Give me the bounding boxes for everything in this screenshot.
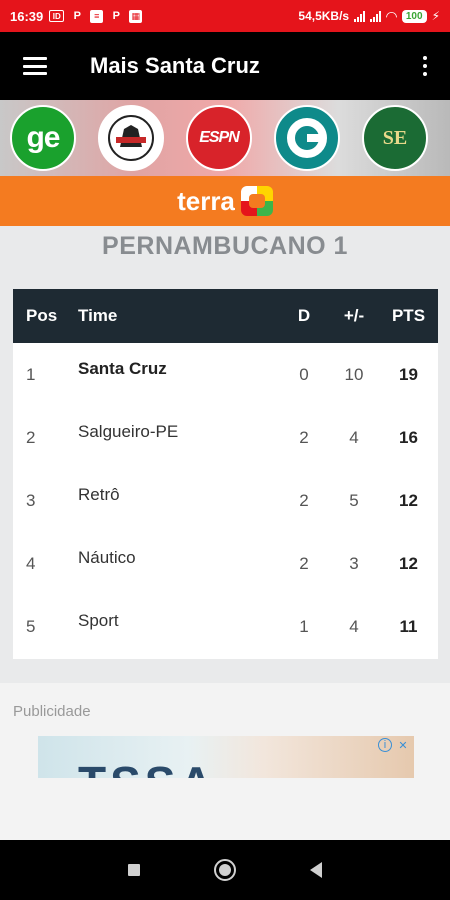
ge-logo: ge	[26, 121, 60, 154]
table-row[interactable]: 4 Náutico 2 3 12	[13, 532, 438, 595]
row-pos: 3	[26, 490, 36, 510]
ad-controls: i ✕	[378, 738, 410, 752]
source-club-crest[interactable]	[98, 105, 164, 171]
row-gd: 10	[344, 364, 364, 384]
table-row[interactable]: 5 Sport 1 4 11	[13, 595, 438, 658]
more-vertical-icon	[423, 56, 427, 60]
league-title: PERNAMBUCANO 1	[102, 232, 348, 260]
row-pos: 5	[26, 616, 36, 636]
p-notification-icon-2: P	[112, 10, 120, 22]
more-options-button[interactable]	[400, 32, 450, 100]
row-team: Retrô	[78, 484, 120, 504]
row-gd: 5	[349, 490, 359, 510]
terra-logo-icon	[240, 186, 273, 216]
status-left: 16:39 ID P ≡ P ▦	[10, 8, 143, 24]
row-pts: 11	[399, 616, 418, 636]
back-button[interactable]	[310, 862, 322, 878]
row-team: Salgueiro-PE	[78, 421, 179, 441]
ad-section: Publicidade TSSA i ✕	[0, 683, 450, 840]
status-bar: 16:39 ID P ≡ P ▦ 54,5KB/s ◠ 100 ⚡	[0, 0, 450, 32]
row-d: 2	[299, 427, 309, 447]
signal-icon-2	[370, 10, 382, 22]
source-o-logo[interactable]	[274, 105, 340, 171]
row-gd: 3	[349, 553, 359, 573]
header-pos: Pos	[26, 306, 58, 325]
wifi-icon: ◠	[386, 7, 397, 24]
standings-table: Pos Time D +/- PTS 1 Santa Cruz 0 10 19 …	[13, 289, 438, 659]
ad-banner[interactable]: TSSA i ✕	[38, 736, 414, 778]
battery-icon: 100	[401, 9, 427, 23]
row-pts: 16	[399, 427, 418, 447]
header-team: Time	[78, 306, 118, 325]
source-ge[interactable]: ge	[10, 105, 76, 171]
status-right: 54,5KB/s ◠ 100 ⚡	[298, 8, 440, 25]
row-team: Santa Cruz	[78, 358, 167, 378]
gallery-icon: ▦	[129, 9, 143, 23]
row-pos: 1	[26, 364, 36, 384]
p-notification-icon: P	[73, 10, 81, 22]
row-d: 0	[299, 364, 309, 384]
home-button[interactable]	[214, 859, 236, 881]
source-se-logo[interactable]: SE	[362, 105, 428, 171]
menu-button[interactable]	[0, 32, 70, 100]
signal-icon	[354, 10, 366, 22]
row-pos: 2	[26, 427, 36, 447]
id-badge-icon: ID	[49, 10, 65, 22]
terra-label: terra	[177, 185, 235, 216]
se-logo: SE	[382, 126, 408, 149]
row-team: Náutico	[78, 547, 136, 567]
app-bar: Mais Santa Cruz	[0, 32, 450, 100]
app-title: Mais Santa Cruz	[90, 53, 260, 78]
row-d: 2	[299, 553, 309, 573]
row-d: 1	[299, 616, 309, 636]
terra-banner[interactable]: terra	[0, 176, 450, 226]
table-header: Pos Time D +/- PTS	[13, 289, 438, 343]
row-gd: 4	[349, 427, 359, 447]
home-icon	[219, 864, 231, 876]
table-row[interactable]: 3 Retrô 2 5 12	[13, 469, 438, 532]
notes-icon: ≡	[90, 9, 104, 23]
header-d: D	[297, 306, 311, 325]
row-gd: 4	[349, 616, 359, 636]
network-speed: 54,5KB/s	[298, 9, 350, 23]
source-espn[interactable]: ESPN	[186, 105, 252, 171]
header-pts: PTS	[391, 306, 426, 325]
club-crest-icon	[108, 115, 154, 161]
row-pts: 12	[399, 490, 418, 510]
row-team: Sport	[78, 610, 119, 630]
table-row[interactable]: 2 Salgueiro-PE 2 4 16	[13, 406, 438, 469]
hamburger-icon	[23, 57, 47, 75]
row-pts: 19	[399, 364, 418, 384]
ad-banner-text: TSSA	[78, 756, 217, 778]
ad-label: Publicidade	[13, 703, 91, 720]
table-row[interactable]: 1 Santa Cruz 0 10 19	[13, 343, 438, 406]
ad-empty-space	[0, 778, 450, 840]
row-pts: 12	[399, 553, 418, 573]
header-gd: +/-	[343, 306, 365, 325]
news-sources-strip[interactable]: ge ESPN SE	[0, 100, 450, 176]
recent-apps-button[interactable]	[128, 864, 140, 876]
row-pos: 4	[26, 553, 36, 573]
status-time: 16:39	[10, 8, 44, 24]
espn-logo: ESPN	[199, 129, 240, 146]
o-logo-icon	[287, 118, 327, 158]
system-nav-bar	[0, 840, 450, 900]
charging-icon: ⚡	[431, 9, 440, 23]
ad-info-icon[interactable]: i	[378, 738, 392, 752]
row-d: 2	[299, 490, 309, 510]
ad-close-icon[interactable]: ✕	[396, 738, 410, 752]
